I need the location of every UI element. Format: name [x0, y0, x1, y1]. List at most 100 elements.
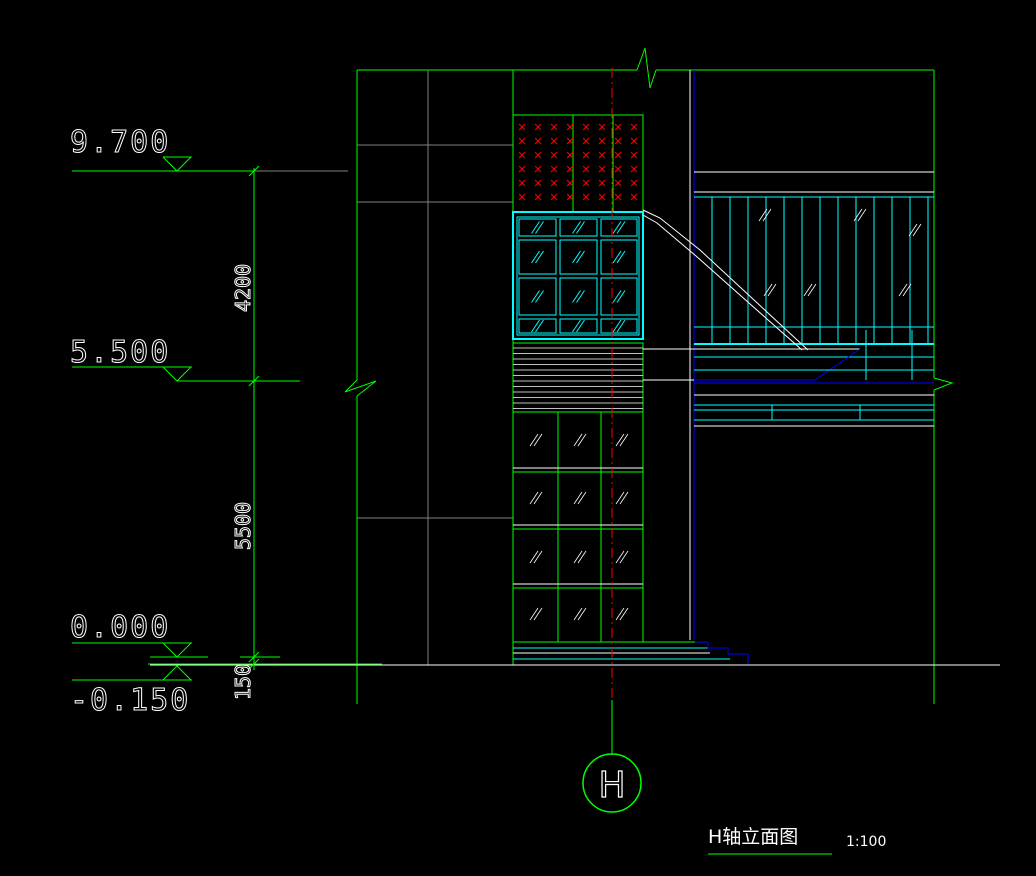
lower-window-rows [513, 433, 643, 621]
x-mark [550, 137, 558, 145]
window-pane [518, 218, 557, 237]
x-pattern [518, 123, 638, 201]
glass-hatch [529, 607, 543, 621]
dimension-chain [240, 165, 280, 670]
x-mark [566, 123, 574, 131]
x-mark [566, 137, 574, 145]
lower-window-grid [512, 411, 644, 643]
glass-hatch [898, 283, 912, 297]
louver-band [512, 342, 644, 413]
glass-hatch [573, 607, 587, 621]
x-mark [598, 123, 606, 131]
x-mark [582, 165, 590, 173]
level-marker-0000: 0.000 [70, 610, 208, 658]
glass-hatch [615, 491, 629, 505]
level-label-0000: 0.000 [70, 610, 170, 645]
x-mark [598, 137, 606, 145]
x-mark [630, 137, 638, 145]
window-pane [600, 218, 638, 237]
glass-hatch [612, 290, 626, 303]
x-mark [598, 193, 606, 201]
x-mark [518, 137, 526, 145]
glass-hatch [573, 550, 587, 564]
glass-hatch [531, 250, 544, 264]
x-mark [550, 179, 558, 187]
x-mark [582, 137, 590, 145]
glass-hatch [572, 221, 585, 234]
stair-rail [642, 209, 809, 351]
x-mark [582, 151, 590, 159]
glass-hatch [615, 550, 629, 564]
outer-frame [344, 47, 954, 704]
glass-hatch [612, 221, 626, 234]
glass-hatch [572, 319, 585, 333]
left-wall-panels [357, 70, 513, 665]
upper-tile-panel [512, 114, 644, 213]
x-mark [534, 151, 542, 159]
dim-label-4200: 4200 [231, 264, 255, 312]
x-mark [518, 179, 526, 187]
x-mark [566, 165, 574, 173]
level-marker-5500: 5.500 [70, 335, 300, 382]
x-mark [550, 165, 558, 173]
glass-hatch [615, 607, 629, 621]
x-mark [598, 165, 606, 173]
x-mark [614, 179, 622, 187]
right-block [643, 70, 934, 640]
window-pane [559, 239, 598, 275]
x-mark [614, 193, 622, 201]
x-mark [566, 151, 574, 159]
glass-hatch [573, 491, 587, 505]
glass-hatch [531, 221, 544, 234]
x-mark [630, 123, 638, 131]
glass-hatch [529, 433, 543, 447]
window-pane [518, 239, 557, 275]
x-mark [534, 123, 542, 131]
x-mark [534, 179, 542, 187]
x-mark [518, 123, 526, 131]
x-mark [582, 123, 590, 131]
window-pane [559, 218, 598, 237]
x-mark [550, 151, 558, 159]
x-mark [518, 151, 526, 159]
elevation-drawing: 9.700 5.500 0.000 -0.150 4200 5500 150 H… [70, 47, 1000, 855]
x-mark [550, 123, 558, 131]
x-mark [518, 165, 526, 173]
glass-hatch [531, 290, 544, 303]
window-pane [559, 318, 598, 334]
x-mark [614, 165, 622, 173]
window-pane [600, 277, 638, 316]
window-pane [600, 239, 638, 275]
x-mark [614, 137, 622, 145]
axis-bubble-h: H [582, 753, 642, 813]
x-mark [566, 193, 574, 201]
level-marker-9700: 9.700 [70, 125, 348, 172]
x-mark [630, 165, 638, 173]
level-label-5500: 5.500 [70, 335, 170, 370]
level-label-9700: 9.700 [70, 125, 170, 160]
x-mark [534, 193, 542, 201]
x-mark [614, 123, 622, 131]
x-mark [598, 151, 606, 159]
glass-hatch [612, 250, 626, 264]
glass-hatch [908, 223, 922, 237]
window-pane [559, 277, 598, 316]
dim-label-150: 150 [231, 664, 255, 700]
window-pane [518, 318, 557, 334]
x-mark [518, 193, 526, 201]
glass-hatch [803, 283, 817, 297]
dim-label-5500: 5500 [231, 502, 255, 550]
glass-hatch [531, 319, 544, 333]
upper-window-panes [518, 218, 638, 334]
glass-hatch [573, 433, 587, 447]
window-pane [518, 277, 557, 316]
curtain-wall-strips [711, 197, 929, 344]
x-mark [550, 193, 558, 201]
window-pane [600, 318, 638, 334]
level-label-neg0150: -0.150 [70, 683, 190, 718]
drawing-scale: 1:100 [846, 834, 886, 850]
x-mark [630, 151, 638, 159]
x-mark [614, 151, 622, 159]
x-mark [582, 179, 590, 187]
x-mark [534, 137, 542, 145]
